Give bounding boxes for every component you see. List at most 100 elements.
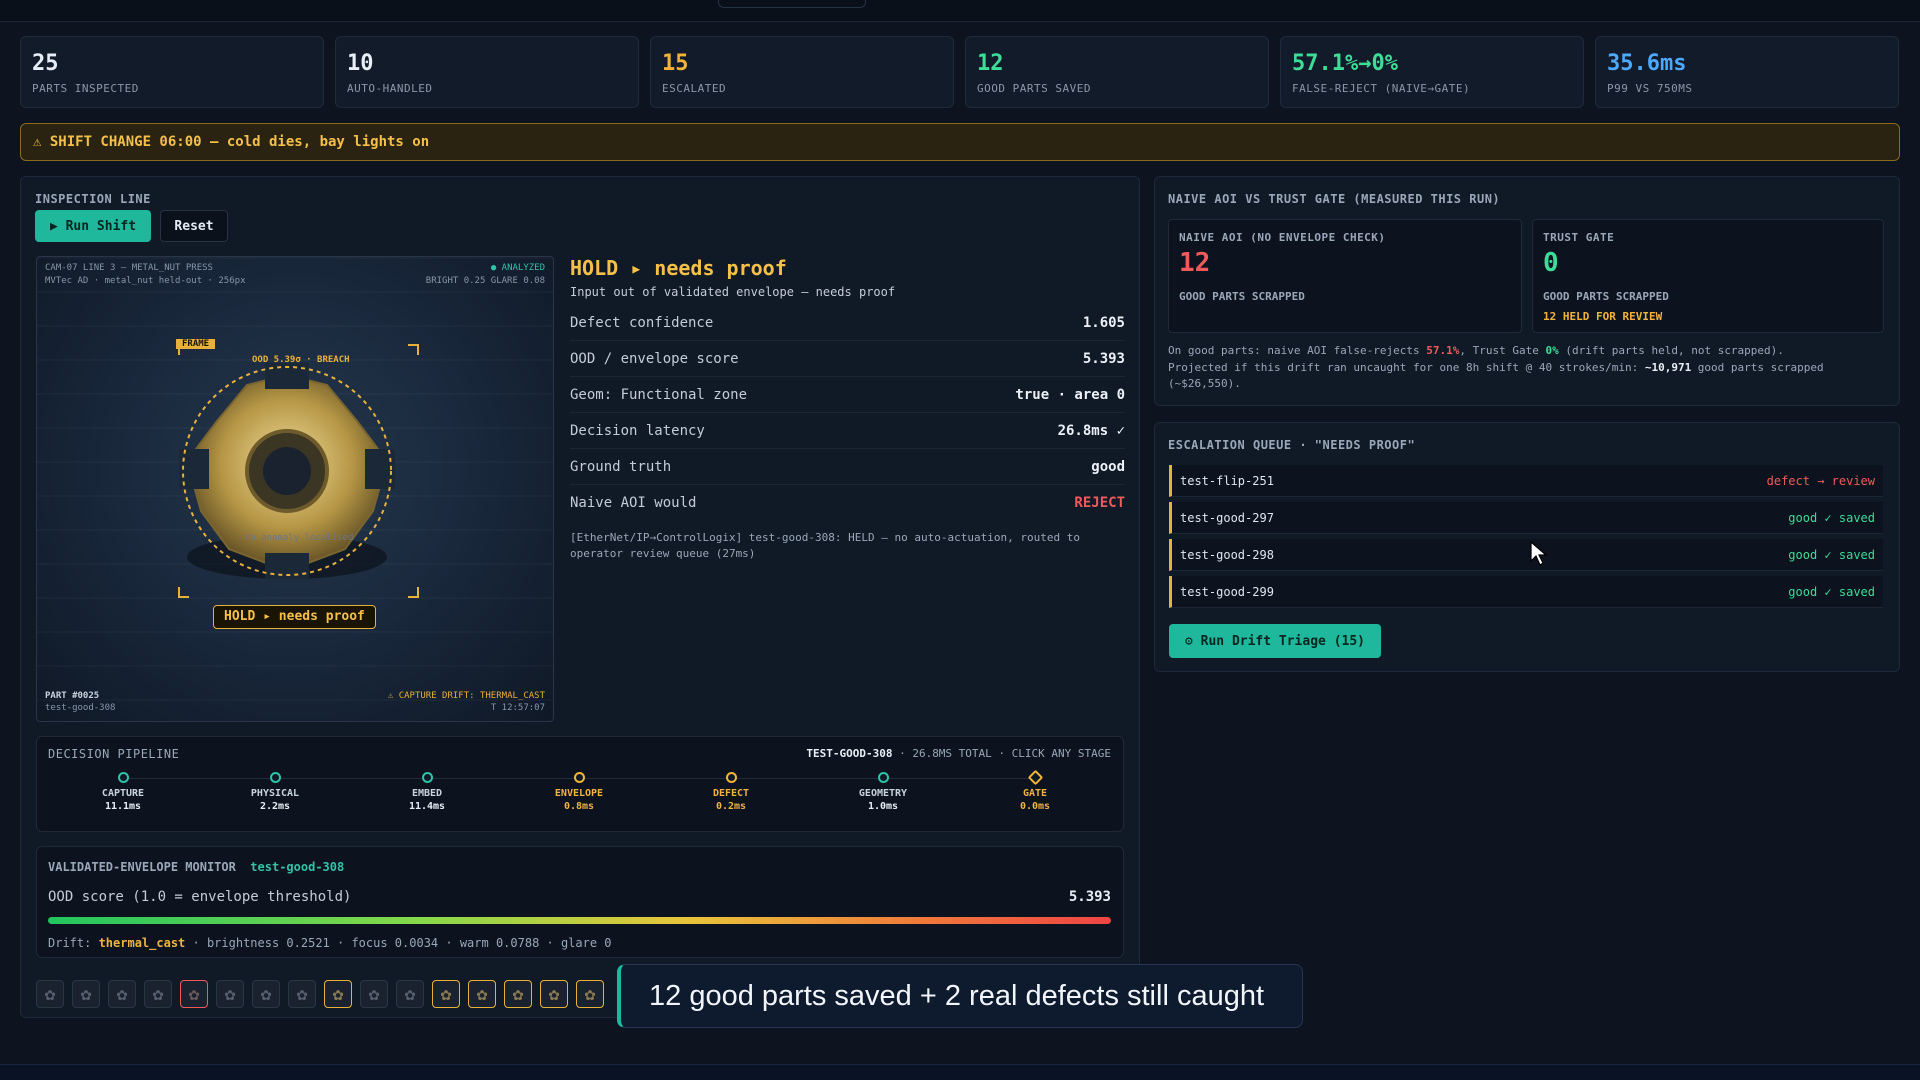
queue-item[interactable]: test-flip-251 defect → review xyxy=(1169,465,1883,497)
part-thumbnail-held[interactable]: ✿ xyxy=(540,980,568,1008)
run-drift-triage-button[interactable]: ⚙ Run Drift Triage (15) xyxy=(1169,624,1381,658)
stat-false-reject: 57.1%→0% FALSE-REJECT (NAIVE→GATE) xyxy=(1280,36,1584,108)
camera-view[interactable]: CAM-07 LINE 3 — METAL_NUT PRESS MVTec AD… xyxy=(36,256,554,722)
run-shift-button[interactable]: ▶ Run Shift xyxy=(35,210,151,242)
stage-dot xyxy=(573,772,585,783)
bottom-bar xyxy=(0,1064,1920,1080)
drift-name: thermal_cast xyxy=(98,936,186,950)
gear-icon: ✿ xyxy=(44,983,56,1005)
stage-time: 11.4ms xyxy=(408,801,446,812)
queue-item-status: good ✓ saved xyxy=(1788,547,1875,562)
stage-name: GEOMETRY xyxy=(858,788,908,799)
part-thumbnail-held[interactable]: ✿ xyxy=(432,980,460,1008)
gear-icon: ✿ xyxy=(512,983,524,1005)
metric-label: Decision latency xyxy=(570,422,705,439)
gear-icon: ✿ xyxy=(548,983,560,1005)
stage-time: 11.1ms xyxy=(104,801,142,812)
part-number: PART #0025 xyxy=(45,691,100,701)
stat-label: AUTO-HANDLED xyxy=(347,82,433,95)
stage-time: 0.0ms xyxy=(1019,801,1051,812)
stage-geometry[interactable]: GEOMETRY 1.0ms xyxy=(833,772,933,812)
metal-nut-render xyxy=(178,344,419,598)
note-gate-rate: 0% xyxy=(1545,344,1559,357)
pipeline-summary: TEST-GOOD-308 · 26.8MS TOTAL · CLICK ANY… xyxy=(806,747,1111,760)
part-thumbnail[interactable]: ✿ xyxy=(36,980,64,1008)
naive-aoi-card: NAIVE AOI (NO ENVELOPE CHECK) 12 GOOD PA… xyxy=(1168,219,1522,333)
drift-metrics: · brightness 0.2521 · focus 0.0034 · war… xyxy=(185,936,612,950)
stage-envelope[interactable]: ENVELOPE 0.8ms xyxy=(529,772,629,812)
stat-value: 57.1%→0% xyxy=(1292,51,1398,76)
metric-defect-confidence: Defect confidence 1.605 xyxy=(570,305,1125,341)
queue-item[interactable]: test-good-298 good ✓ saved xyxy=(1169,539,1883,571)
stat-good-parts-saved: 12 GOOD PARTS SAVED xyxy=(965,36,1269,108)
frame-tag: FRAME xyxy=(176,339,216,349)
comparison-title: NAIVE AOI VS TRUST GATE (MEASURED THIS R… xyxy=(1168,192,1501,206)
part-thumbnail-held[interactable]: ✿ xyxy=(576,980,604,1008)
naive-label: NAIVE AOI (NO ENVELOPE CHECK) xyxy=(1179,231,1386,244)
gear-icon: ✿ xyxy=(188,983,200,1005)
stat-label: P99 VS 750MS xyxy=(1607,82,1693,95)
part-thumbnail[interactable]: ✿ xyxy=(288,980,316,1008)
part-thumbnail-defect[interactable]: ✿ xyxy=(180,980,208,1008)
part-thumbnail[interactable]: ✿ xyxy=(72,980,100,1008)
stat-auto-handled: 10 AUTO-HANDLED xyxy=(335,36,639,108)
gear-icon: ✿ xyxy=(116,983,128,1005)
stat-p99-latency: 35.6ms P99 VS 750MS xyxy=(1595,36,1899,108)
naive-value: 12 xyxy=(1179,248,1211,278)
part-thumbnail-held[interactable]: ✿ xyxy=(324,980,352,1008)
part-thumbnail[interactable]: ✿ xyxy=(108,980,136,1008)
part-thumbnail-held[interactable]: ✿ xyxy=(504,980,532,1008)
verdict-subtitle: Input out of validated envelope — needs … xyxy=(570,285,896,299)
queue-item[interactable]: test-good-297 good ✓ saved xyxy=(1169,502,1883,534)
gear-icon: ✿ xyxy=(260,983,272,1005)
gear-icon: ✿ xyxy=(224,983,236,1005)
stage-physical[interactable]: PHYSICAL 2.2ms xyxy=(225,772,325,812)
metric-value: REJECT xyxy=(1074,495,1125,511)
stage-name: ENVELOPE xyxy=(554,788,604,799)
stage-gate[interactable]: GATE 0.0ms xyxy=(985,769,1085,812)
reset-button[interactable]: Reset xyxy=(160,210,228,242)
monitor-title: VALIDATED-ENVELOPE MONITOR xyxy=(48,860,236,874)
gate-diamond-icon xyxy=(1027,769,1043,786)
metric-latency: Decision latency 26.8ms ✓ xyxy=(570,413,1125,449)
toast-notification: 12 good parts saved + 2 real defects sti… xyxy=(617,964,1303,1028)
controller-log: [EtherNet/IP→ControlLogix] test-good-308… xyxy=(570,531,1080,560)
queue-item[interactable]: test-good-299 good ✓ saved xyxy=(1169,576,1883,608)
part-thumbnail[interactable]: ✿ xyxy=(252,980,280,1008)
stage-dot xyxy=(117,772,129,783)
verdict-title: HOLD ▸ needs proof xyxy=(570,256,787,280)
drift-details: Drift: thermal_cast · brightness 0.2521 … xyxy=(48,936,612,950)
metric-value: 1.605 xyxy=(1082,314,1125,331)
gate-sub: GOOD PARTS SCRAPPED xyxy=(1543,290,1669,303)
hold-badge: HOLD ▸ needs proof xyxy=(213,605,376,629)
gear-icon: ✿ xyxy=(584,983,596,1005)
inspection-title: INSPECTION LINE xyxy=(35,192,151,206)
ood-label: OOD score (1.0 = envelope threshold) xyxy=(48,889,352,905)
stage-name: EMBED xyxy=(411,788,443,799)
part-thumbnail[interactable]: ✿ xyxy=(216,980,244,1008)
gate-held: 12 HELD FOR REVIEW xyxy=(1543,310,1663,323)
naive-sub: GOOD PARTS SCRAPPED xyxy=(1179,290,1305,303)
stage-capture[interactable]: CAPTURE 11.1ms xyxy=(73,772,173,812)
gear-icon: ✿ xyxy=(440,983,452,1005)
note-text: (drift parts held, not scrapped). xyxy=(1558,344,1784,357)
stat-value: 25 xyxy=(32,51,59,76)
capture-drift-warning: ⚠ CAPTURE DRIFT: THERMAL_CAST xyxy=(387,691,545,701)
stage-dot xyxy=(269,772,281,783)
part-thumbnail[interactable]: ✿ xyxy=(144,980,172,1008)
note-naive-rate: 57.1% xyxy=(1426,344,1460,357)
comparison-note: On good parts: naive AOI false-rejects 5… xyxy=(1168,343,1884,393)
metric-value: 5.393 xyxy=(1082,350,1125,367)
stage-embed[interactable]: EMBED 11.4ms xyxy=(377,772,477,812)
metric-label: Naive AOI would xyxy=(570,495,697,511)
drift-prefix: Drift: xyxy=(48,936,99,950)
part-thumbnail-held[interactable]: ✿ xyxy=(468,980,496,1008)
part-thumbnail[interactable]: ✿ xyxy=(396,980,424,1008)
stat-value: 15 xyxy=(662,51,689,76)
tab-stub xyxy=(718,0,866,8)
stat-parts-inspected: 25 PARTS INSPECTED xyxy=(20,36,324,108)
part-thumbnail[interactable]: ✿ xyxy=(360,980,388,1008)
stage-defect[interactable]: DEFECT 0.2ms xyxy=(681,772,781,812)
stat-value: 35.6ms xyxy=(1607,51,1687,76)
queue-item-name: test-flip-251 xyxy=(1180,473,1274,488)
